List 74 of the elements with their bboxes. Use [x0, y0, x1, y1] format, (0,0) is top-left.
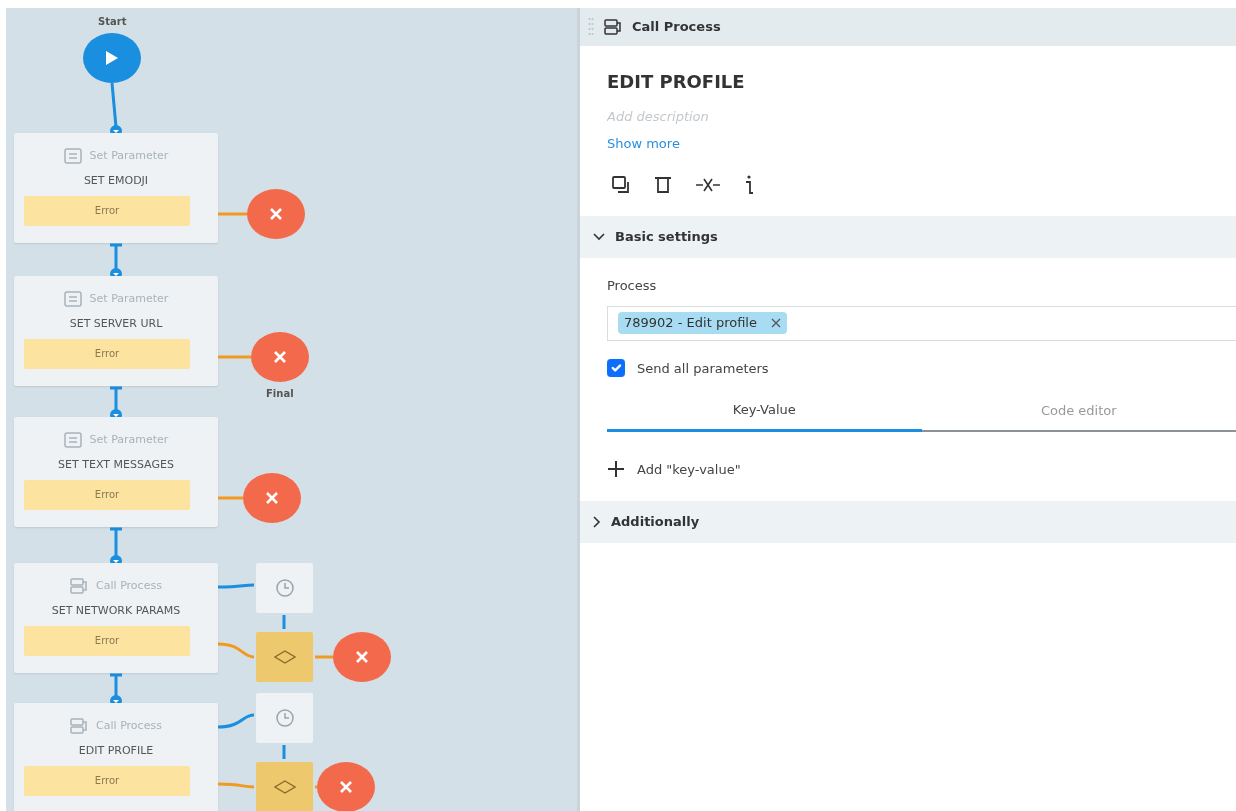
- end-event[interactable]: [251, 332, 309, 382]
- node-title: EDIT PROFILE: [78, 743, 154, 759]
- section-header[interactable]: Additionally: [580, 501, 1236, 543]
- node-title: SET NETWORK PARAMS: [51, 603, 181, 619]
- node-title: SET EMODJI: [83, 173, 149, 189]
- list-icon: [63, 148, 82, 164]
- error-connector-line: [315, 655, 333, 659]
- close-icon: [273, 350, 287, 364]
- copy-icon[interactable]: [611, 175, 631, 195]
- chevron-right-icon: [593, 516, 601, 528]
- gateway-node[interactable]: [256, 632, 313, 682]
- timer-node[interactable]: [256, 693, 313, 743]
- close-icon: [265, 491, 279, 505]
- gateway-node[interactable]: [256, 762, 313, 811]
- panel-title: Call Process: [632, 18, 721, 37]
- node-type-label: Set Parameter: [89, 431, 169, 448]
- close-icon: [269, 207, 283, 221]
- close-icon[interactable]: [770, 318, 781, 328]
- show-more-link[interactable]: Show more: [607, 133, 680, 153]
- node-type-label: Call Process: [96, 577, 162, 594]
- close-icon: [355, 650, 369, 664]
- end-label: Final: [266, 387, 294, 401]
- end-event[interactable]: [247, 189, 305, 239]
- process-node[interactable]: Set Parameter SET EMODJI Error: [14, 133, 218, 243]
- process-field[interactable]: 789902 - Edit profile: [607, 305, 1236, 341]
- process-node[interactable]: Set Parameter SET TEXT MESSAGES Error: [14, 417, 218, 527]
- start-event[interactable]: [83, 33, 141, 83]
- end-event[interactable]: [333, 632, 391, 682]
- connector-line: [217, 713, 255, 729]
- checkbox[interactable]: [607, 359, 625, 378]
- tab[interactable]: Key-Value: [607, 392, 922, 432]
- list-icon: [63, 291, 82, 307]
- error-connector-line: [218, 212, 247, 216]
- process-tag[interactable]: 789902 - Edit profile: [618, 312, 787, 334]
- plus-icon: [607, 460, 625, 479]
- element-name: EDIT PROFILE: [607, 70, 746, 94]
- node-title: SET SERVER URL: [69, 316, 163, 332]
- error-connector-line: [218, 496, 243, 500]
- info-icon[interactable]: [743, 174, 755, 196]
- process-node[interactable]: Call Process EDIT PROFILE Error: [14, 703, 218, 811]
- error-connector-line: [217, 642, 255, 659]
- error-connector-line: [315, 785, 317, 789]
- process-node[interactable]: Set Parameter SET SERVER URL Error: [14, 276, 218, 386]
- connector-line: [282, 745, 286, 759]
- list-icon: [63, 432, 82, 448]
- process-node[interactable]: Call Process SET NETWORK PARAMS Error: [14, 563, 218, 673]
- diamond-icon: [273, 650, 296, 664]
- trash-icon[interactable]: [653, 175, 673, 195]
- clock-icon: [274, 708, 295, 728]
- node-type-label: Call Process: [96, 717, 162, 734]
- checkbox-label: Send all parameters: [637, 359, 769, 378]
- section-header[interactable]: Basic settings: [580, 216, 1236, 258]
- stacked-rectangles-icon: [70, 718, 89, 734]
- error-connector-line: [218, 355, 251, 359]
- connector-line: [282, 615, 286, 629]
- start-label: Start: [98, 15, 127, 29]
- play-icon: [105, 50, 119, 66]
- timer-node[interactable]: [256, 563, 313, 613]
- add-key-value-button[interactable]: Add "key-value": [607, 459, 741, 479]
- close-icon: [339, 780, 353, 794]
- end-event[interactable]: [317, 762, 375, 811]
- node-type-label: Set Parameter: [89, 290, 169, 307]
- node-type-label: Set Parameter: [89, 147, 169, 164]
- stacked-rectangles-icon: [70, 578, 89, 594]
- field-label: Process: [607, 277, 658, 295]
- error-connector-line: [218, 782, 255, 789]
- connector-line: [218, 583, 255, 589]
- node-title: SET TEXT MESSAGES: [58, 457, 174, 473]
- chevron-down-icon: [593, 233, 605, 241]
- stacked-rectangles-icon: [604, 19, 622, 35]
- drag-handle-icon[interactable]: [588, 17, 594, 37]
- clock-icon: [274, 578, 295, 598]
- end-event[interactable]: [243, 473, 301, 523]
- diamond-icon: [273, 780, 296, 794]
